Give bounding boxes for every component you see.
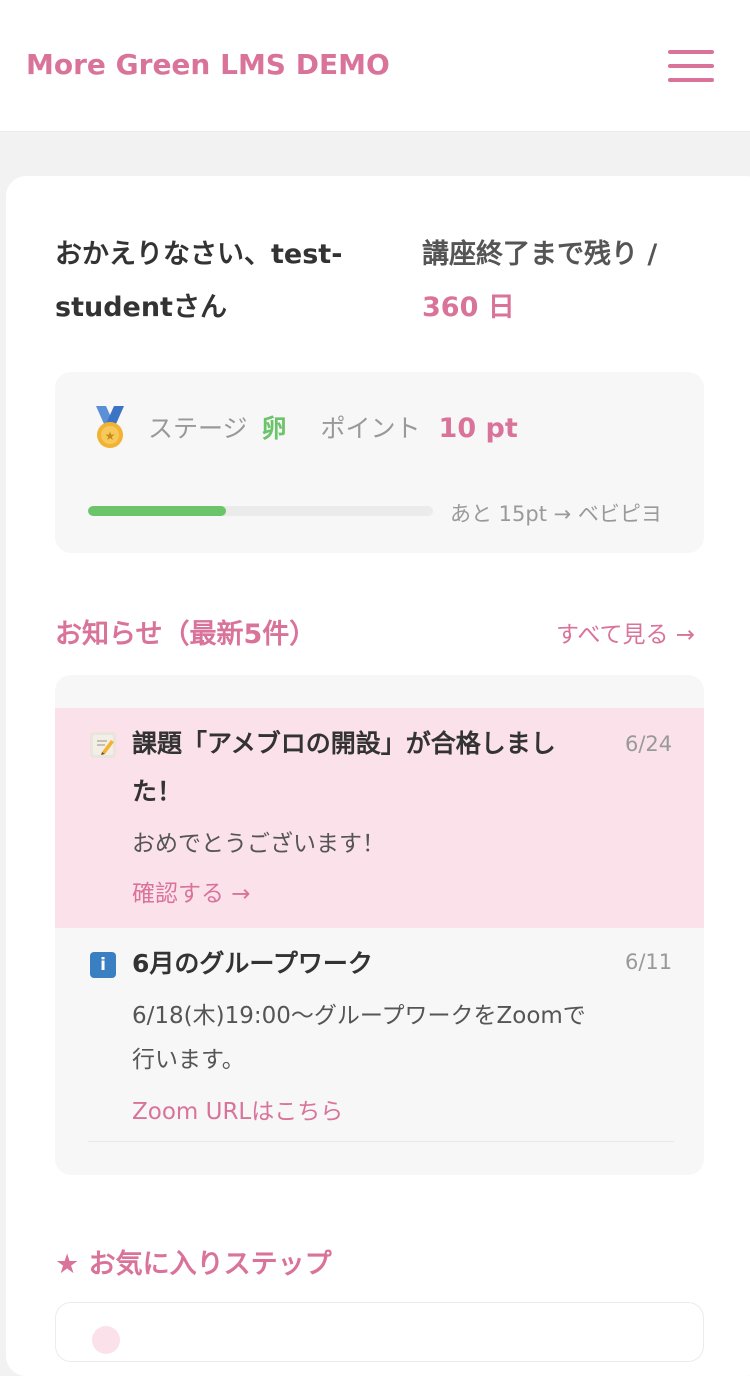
- brand-title[interactable]: More Green LMS DEMO: [26, 48, 390, 81]
- news-item[interactable]: i 6月のグループワーク 6/11 6/18(木)19:00〜グループワークをZ…: [55, 928, 704, 1168]
- points-label: ポイント: [320, 414, 421, 443]
- news-item-body: おめでとうございます！: [132, 831, 385, 857]
- stage-label: ステージ: [148, 414, 248, 443]
- welcome-greeting: おかえりなさい、test-studentさん: [55, 239, 343, 323]
- news-section-title: お知らせ（最新5件）: [55, 619, 317, 650]
- progress-note: あと 15pt → ベビピヨ: [450, 502, 662, 526]
- stage-progress-fill: [88, 506, 226, 516]
- news-item-title: 課題「アメブロの開設」が合格しました！: [132, 729, 556, 806]
- svg-text:★: ★: [105, 429, 116, 443]
- news-item-date: 6/24: [625, 732, 673, 756]
- news-list: 課題「アメブロの開設」が合格しました！ 6/24 おめでとうございます！ 確認す…: [55, 675, 704, 1175]
- remaining-days-value: 360 日: [422, 292, 515, 323]
- news-item-date: 6/11: [625, 950, 673, 974]
- favorite-step-card[interactable]: [55, 1302, 704, 1362]
- news-item-link[interactable]: Zoom URLはこちら: [132, 1092, 343, 1126]
- see-all-news-link[interactable]: すべて見る →: [556, 615, 695, 649]
- stage-points-row: ステージ卵 ポイント 10 pt: [148, 406, 518, 452]
- remaining-label: 講座終了まで残り /: [422, 239, 658, 270]
- favorites-section-title: ★ お気に入りステップ: [55, 1249, 332, 1280]
- info-icon: i: [90, 952, 116, 978]
- stage-progress-bar: [88, 506, 433, 516]
- news-item[interactable]: 課題「アメブロの開設」が合格しました！ 6/24 おめでとうございます！ 確認す…: [55, 708, 704, 928]
- hamburger-menu-icon[interactable]: [668, 50, 714, 82]
- medal-icon: ★: [96, 406, 124, 448]
- remaining-days-info: 講座終了まで残り / 360 日: [422, 228, 722, 334]
- stage-value: 卵: [261, 414, 287, 443]
- favorite-step-icon: [92, 1326, 120, 1354]
- news-divider: [88, 1141, 674, 1142]
- memo-icon: [90, 732, 116, 758]
- news-item-body: 6/18(木)19:00〜グループワークをZoomで行います。: [132, 1003, 586, 1073]
- news-item-title: 6月のグループワーク: [132, 949, 373, 978]
- news-item-link[interactable]: 確認する →: [132, 874, 251, 908]
- points-value: 10 pt: [438, 413, 518, 444]
- app-header: More Green LMS DEMO: [0, 0, 750, 132]
